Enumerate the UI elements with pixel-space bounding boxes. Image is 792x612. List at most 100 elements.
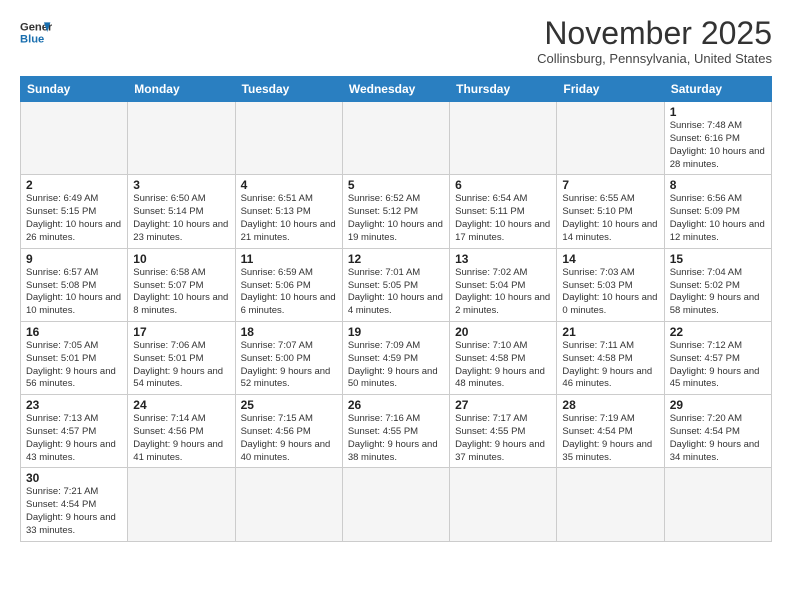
day-info: Sunrise: 7:20 AM Sunset: 4:54 PM Dayligh… (670, 413, 766, 464)
day-number: 29 (670, 398, 766, 412)
day-number: 11 (241, 252, 337, 266)
table-row: 30Sunrise: 7:21 AM Sunset: 4:54 PM Dayli… (21, 468, 128, 541)
table-row: 16Sunrise: 7:05 AM Sunset: 5:01 PM Dayli… (21, 321, 128, 394)
table-row (342, 468, 449, 541)
day-number: 23 (26, 398, 122, 412)
col-wednesday: Wednesday (342, 77, 449, 102)
day-number: 8 (670, 178, 766, 192)
day-number: 14 (562, 252, 658, 266)
table-row: 28Sunrise: 7:19 AM Sunset: 4:54 PM Dayli… (557, 395, 664, 468)
day-info: Sunrise: 7:12 AM Sunset: 4:57 PM Dayligh… (670, 340, 766, 391)
table-row: 24Sunrise: 7:14 AM Sunset: 4:56 PM Dayli… (128, 395, 235, 468)
day-number: 27 (455, 398, 551, 412)
table-row: 14Sunrise: 7:03 AM Sunset: 5:03 PM Dayli… (557, 248, 664, 321)
col-sunday: Sunday (21, 77, 128, 102)
day-number: 1 (670, 105, 766, 119)
day-info: Sunrise: 7:01 AM Sunset: 5:05 PM Dayligh… (348, 267, 444, 318)
day-info: Sunrise: 6:51 AM Sunset: 5:13 PM Dayligh… (241, 193, 337, 244)
logo-icon: General Blue (20, 16, 52, 48)
table-row: 26Sunrise: 7:16 AM Sunset: 4:55 PM Dayli… (342, 395, 449, 468)
day-number: 26 (348, 398, 444, 412)
day-number: 19 (348, 325, 444, 339)
day-info: Sunrise: 7:14 AM Sunset: 4:56 PM Dayligh… (133, 413, 229, 464)
day-number: 9 (26, 252, 122, 266)
day-info: Sunrise: 6:59 AM Sunset: 5:06 PM Dayligh… (241, 267, 337, 318)
table-row: 7Sunrise: 6:55 AM Sunset: 5:10 PM Daylig… (557, 175, 664, 248)
day-number: 6 (455, 178, 551, 192)
day-number: 28 (562, 398, 658, 412)
day-info: Sunrise: 7:05 AM Sunset: 5:01 PM Dayligh… (26, 340, 122, 391)
calendar-header-row: Sunday Monday Tuesday Wednesday Thursday… (21, 77, 772, 102)
table-row: 25Sunrise: 7:15 AM Sunset: 4:56 PM Dayli… (235, 395, 342, 468)
day-info: Sunrise: 7:10 AM Sunset: 4:58 PM Dayligh… (455, 340, 551, 391)
day-info: Sunrise: 7:02 AM Sunset: 5:04 PM Dayligh… (455, 267, 551, 318)
col-friday: Friday (557, 77, 664, 102)
location-subtitle: Collinsburg, Pennsylvania, United States (537, 51, 772, 66)
table-row: 5Sunrise: 6:52 AM Sunset: 5:12 PM Daylig… (342, 175, 449, 248)
table-row: 10Sunrise: 6:58 AM Sunset: 5:07 PM Dayli… (128, 248, 235, 321)
day-number: 22 (670, 325, 766, 339)
table-row: 13Sunrise: 7:02 AM Sunset: 5:04 PM Dayli… (450, 248, 557, 321)
day-info: Sunrise: 7:19 AM Sunset: 4:54 PM Dayligh… (562, 413, 658, 464)
table-row (557, 468, 664, 541)
table-row (128, 102, 235, 175)
day-number: 4 (241, 178, 337, 192)
day-number: 24 (133, 398, 229, 412)
table-row: 27Sunrise: 7:17 AM Sunset: 4:55 PM Dayli… (450, 395, 557, 468)
day-number: 10 (133, 252, 229, 266)
table-row (21, 102, 128, 175)
day-info: Sunrise: 7:16 AM Sunset: 4:55 PM Dayligh… (348, 413, 444, 464)
day-info: Sunrise: 7:15 AM Sunset: 4:56 PM Dayligh… (241, 413, 337, 464)
page-header: General Blue November 2025 Collinsburg, … (20, 16, 772, 66)
day-number: 13 (455, 252, 551, 266)
day-number: 12 (348, 252, 444, 266)
day-number: 25 (241, 398, 337, 412)
svg-text:Blue: Blue (20, 33, 44, 45)
table-row (235, 102, 342, 175)
table-row (235, 468, 342, 541)
day-info: Sunrise: 7:13 AM Sunset: 4:57 PM Dayligh… (26, 413, 122, 464)
table-row: 17Sunrise: 7:06 AM Sunset: 5:01 PM Dayli… (128, 321, 235, 394)
day-number: 17 (133, 325, 229, 339)
day-info: Sunrise: 6:49 AM Sunset: 5:15 PM Dayligh… (26, 193, 122, 244)
table-row: 2Sunrise: 6:49 AM Sunset: 5:15 PM Daylig… (21, 175, 128, 248)
day-info: Sunrise: 6:58 AM Sunset: 5:07 PM Dayligh… (133, 267, 229, 318)
table-row: 1Sunrise: 7:48 AM Sunset: 6:16 PM Daylig… (664, 102, 771, 175)
day-number: 15 (670, 252, 766, 266)
day-number: 2 (26, 178, 122, 192)
table-row: 6Sunrise: 6:54 AM Sunset: 5:11 PM Daylig… (450, 175, 557, 248)
day-number: 16 (26, 325, 122, 339)
day-info: Sunrise: 7:21 AM Sunset: 4:54 PM Dayligh… (26, 486, 122, 537)
day-number: 7 (562, 178, 658, 192)
logo: General Blue (20, 16, 52, 48)
table-row: 21Sunrise: 7:11 AM Sunset: 4:58 PM Dayli… (557, 321, 664, 394)
table-row: 23Sunrise: 7:13 AM Sunset: 4:57 PM Dayli… (21, 395, 128, 468)
table-row (557, 102, 664, 175)
table-row: 19Sunrise: 7:09 AM Sunset: 4:59 PM Dayli… (342, 321, 449, 394)
table-row: 15Sunrise: 7:04 AM Sunset: 5:02 PM Dayli… (664, 248, 771, 321)
table-row (128, 468, 235, 541)
day-info: Sunrise: 7:17 AM Sunset: 4:55 PM Dayligh… (455, 413, 551, 464)
table-row (664, 468, 771, 541)
day-info: Sunrise: 7:03 AM Sunset: 5:03 PM Dayligh… (562, 267, 658, 318)
day-info: Sunrise: 6:54 AM Sunset: 5:11 PM Dayligh… (455, 193, 551, 244)
table-row: 9Sunrise: 6:57 AM Sunset: 5:08 PM Daylig… (21, 248, 128, 321)
day-info: Sunrise: 7:11 AM Sunset: 4:58 PM Dayligh… (562, 340, 658, 391)
day-info: Sunrise: 7:09 AM Sunset: 4:59 PM Dayligh… (348, 340, 444, 391)
table-row: 4Sunrise: 6:51 AM Sunset: 5:13 PM Daylig… (235, 175, 342, 248)
day-info: Sunrise: 6:56 AM Sunset: 5:09 PM Dayligh… (670, 193, 766, 244)
day-info: Sunrise: 7:04 AM Sunset: 5:02 PM Dayligh… (670, 267, 766, 318)
col-thursday: Thursday (450, 77, 557, 102)
col-saturday: Saturday (664, 77, 771, 102)
table-row: 29Sunrise: 7:20 AM Sunset: 4:54 PM Dayli… (664, 395, 771, 468)
day-info: Sunrise: 6:55 AM Sunset: 5:10 PM Dayligh… (562, 193, 658, 244)
col-tuesday: Tuesday (235, 77, 342, 102)
table-row (450, 102, 557, 175)
day-number: 5 (348, 178, 444, 192)
day-number: 30 (26, 471, 122, 485)
table-row: 11Sunrise: 6:59 AM Sunset: 5:06 PM Dayli… (235, 248, 342, 321)
table-row: 22Sunrise: 7:12 AM Sunset: 4:57 PM Dayli… (664, 321, 771, 394)
day-info: Sunrise: 6:50 AM Sunset: 5:14 PM Dayligh… (133, 193, 229, 244)
day-number: 3 (133, 178, 229, 192)
day-number: 20 (455, 325, 551, 339)
